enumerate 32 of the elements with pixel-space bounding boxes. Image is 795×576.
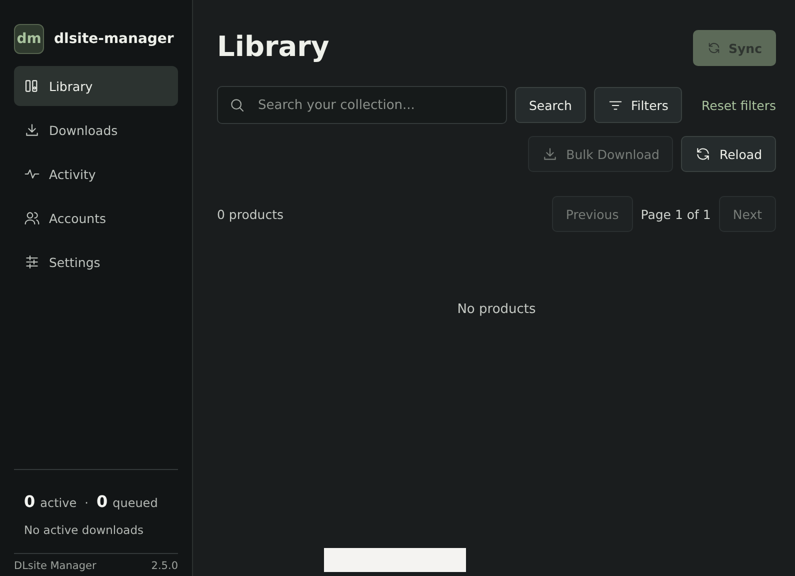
page-indicator: Page 1 of 1	[640, 206, 711, 222]
app-name: dlsite-manager	[54, 31, 174, 47]
page-title: Library	[217, 30, 330, 63]
search-icon	[229, 97, 245, 113]
sidebar-item[interactable]: Library	[14, 66, 178, 106]
users-icon	[24, 210, 40, 226]
sidebar-item[interactable]: Activity	[14, 154, 178, 194]
app-logo: dm	[14, 24, 44, 54]
sidebar-item[interactable]: Downloads	[14, 110, 178, 150]
active-label: active	[40, 496, 77, 510]
reset-filters-link[interactable]: Reset filters	[702, 98, 776, 112]
queued-count: 0	[96, 492, 108, 511]
sidebar-item[interactable]: Settings	[14, 242, 178, 282]
empty-message: No products	[456, 302, 537, 317]
search-field[interactable]: Search your collection...	[217, 86, 507, 124]
refresh-icon	[706, 41, 721, 55]
queued-label: queued	[112, 496, 158, 510]
download-icon	[542, 146, 558, 162]
product-count: 0 products	[217, 206, 284, 222]
active-count: 0	[24, 492, 36, 511]
filters-button[interactable]: Filters	[594, 87, 682, 123]
download-icon	[24, 122, 40, 138]
columns-icon	[24, 78, 40, 94]
reload-button[interactable]: Reload	[681, 136, 776, 172]
version-label: 2.5.0	[151, 560, 178, 572]
refresh-icon	[695, 146, 712, 162]
sliders-icon	[24, 254, 40, 270]
download-status: No active downloads	[24, 523, 145, 537]
footer-app-name: DLsite Manager	[14, 560, 96, 572]
sidebar-item[interactable]: Accounts	[14, 198, 178, 238]
separator-dot: ·	[84, 496, 88, 510]
search-button[interactable]: Search	[515, 87, 586, 123]
